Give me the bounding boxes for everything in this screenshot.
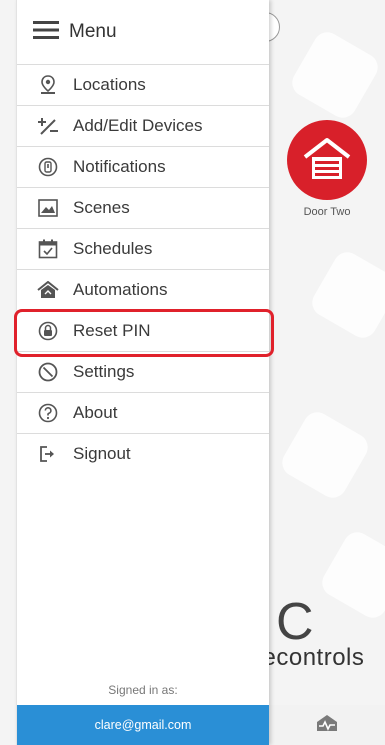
app-screen: Door Two C recontrols (0, 0, 385, 745)
brand-text: recontrols (268, 644, 365, 671)
menu-item-label: Scenes (73, 198, 130, 217)
decorative-hex (287, 27, 383, 123)
brand-logo: C recontrols (268, 600, 385, 672)
decorative-hex (307, 247, 385, 343)
location-pin-icon (37, 74, 59, 96)
hamburger-menu-icon[interactable] (33, 20, 59, 45)
menu-item-signout[interactable]: Signout (17, 434, 269, 474)
menu-item-automations[interactable]: Automations (17, 270, 269, 311)
menu-item-schedules[interactable]: Schedules (17, 229, 269, 270)
scene-icon (37, 197, 59, 219)
settings-icon (37, 361, 59, 383)
decorative-hex (277, 407, 373, 503)
signout-icon (37, 443, 59, 465)
brand-logo-glyph: C (276, 600, 314, 651)
bottom-nav (268, 705, 385, 745)
menu-item-about[interactable]: About (17, 393, 269, 434)
drawer-header: Menu (17, 0, 269, 65)
menu-item-reset-pin[interactable]: Reset PIN (17, 311, 269, 352)
menu-item-add-edit-devices[interactable]: Add/Edit Devices (17, 106, 269, 147)
menu-item-label: Add/Edit Devices (73, 116, 203, 135)
menu-item-scenes[interactable]: Scenes (17, 188, 269, 229)
home-pulse-icon[interactable] (316, 714, 338, 737)
add-edit-icon (37, 115, 59, 137)
lock-icon (37, 320, 59, 342)
menu-item-locations[interactable]: Locations (17, 65, 269, 106)
menu-item-label: Settings (73, 362, 135, 381)
menu-item-label: Reset PIN (73, 321, 151, 340)
navigation-drawer: Menu Locations Add/Edit Devices Notifica… (16, 0, 269, 745)
home-automation-icon (37, 279, 59, 301)
menu-item-label: Notifications (73, 157, 166, 176)
account-email[interactable]: clare@gmail.com (17, 705, 269, 745)
menu-item-label: Signout (73, 444, 131, 463)
menu-title: Menu (69, 21, 117, 42)
notification-icon (37, 156, 59, 178)
menu-item-settings[interactable]: Settings (17, 352, 269, 393)
device-tile-door-two[interactable]: Door Two (284, 120, 370, 218)
menu-list: Locations Add/Edit Devices Notifications… (17, 65, 269, 474)
menu-item-label: Locations (73, 75, 146, 94)
device-label: Door Two (303, 206, 351, 218)
garage-door-icon (287, 120, 367, 200)
help-icon (37, 402, 59, 424)
menu-item-notifications[interactable]: Notifications (17, 147, 269, 188)
signed-in-label: Signed in as: (108, 683, 178, 697)
calendar-icon (37, 238, 59, 260)
menu-item-label: Automations (73, 280, 168, 299)
menu-item-label: About (73, 403, 118, 422)
menu-item-label: Schedules (73, 239, 153, 258)
